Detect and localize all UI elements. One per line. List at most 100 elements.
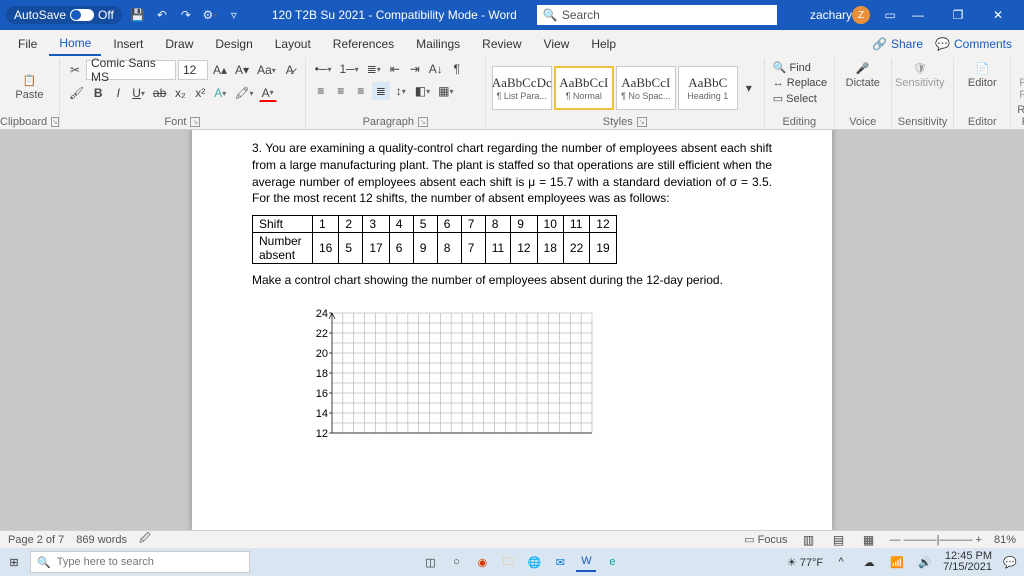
focus-mode-button[interactable]: ▭ Focus — [744, 533, 787, 546]
sort-icon[interactable]: A↓ — [426, 60, 446, 78]
outdent-icon[interactable]: ⇤ — [386, 60, 404, 78]
dictate-button[interactable]: 🎤Dictate — [841, 60, 885, 91]
indent-icon[interactable]: ⇥ — [406, 60, 424, 78]
multilevel-icon[interactable]: ≣ — [364, 60, 384, 78]
onedrive-icon[interactable]: ☁ — [859, 552, 879, 572]
quickaccess-dropdown-icon[interactable]: ▿ — [226, 7, 242, 23]
close-button[interactable]: ✕ — [978, 0, 1018, 30]
notifications-icon[interactable]: 💬 — [1000, 552, 1020, 572]
select-button[interactable]: ▭Select — [771, 91, 811, 106]
tab-help[interactable]: Help — [581, 33, 626, 55]
reuse-files-button[interactable]: 🔍Reuse Files — [1017, 60, 1024, 103]
clear-format-icon[interactable]: A̷ — [281, 61, 299, 79]
comments-button[interactable]: 💬 Comments — [935, 37, 1012, 51]
editor-button[interactable]: 📄Editor — [960, 60, 1004, 91]
read-mode-icon[interactable]: ▥ — [800, 531, 818, 549]
sensitivity-button[interactable]: 🛡Sensitivity — [898, 60, 942, 91]
page-indicator[interactable]: Page 2 of 7 — [8, 534, 64, 546]
style-heading-1[interactable]: AaBbCHeading 1 — [678, 66, 738, 110]
line-spacing-icon[interactable]: ↕ — [392, 82, 410, 100]
highlight-icon[interactable]: 🖍 — [231, 84, 256, 102]
maximize-button[interactable]: ❐ — [938, 0, 978, 30]
styles-dialog-icon[interactable]: ↘ — [637, 117, 647, 127]
justify-icon[interactable]: ≣ — [372, 82, 390, 100]
paste-button[interactable]: 📋 Paste — [8, 72, 52, 103]
office-icon[interactable]: ◉ — [472, 552, 492, 572]
tab-file[interactable]: File — [8, 33, 47, 55]
zoom-slider[interactable]: — ———|——— + — [890, 534, 982, 546]
format-painter-icon[interactable]: 🖌 — [66, 84, 87, 102]
minimize-button[interactable]: — — [898, 0, 938, 30]
styles-more-icon[interactable]: ▾ — [740, 79, 758, 97]
tray-up-icon[interactable]: ^ — [831, 552, 851, 572]
chrome-icon[interactable]: 🌐 — [524, 552, 544, 572]
tab-layout[interactable]: Layout — [265, 33, 321, 55]
text-effects-icon[interactable]: A — [211, 84, 229, 102]
tab-references[interactable]: References — [323, 33, 404, 55]
zoom-level[interactable]: 81% — [994, 534, 1016, 546]
explorer-icon[interactable]: 🗀 — [498, 552, 518, 572]
outlook-icon[interactable]: ✉ — [550, 552, 570, 572]
paragraph-dialog-icon[interactable]: ↘ — [418, 117, 428, 127]
cortana-icon[interactable]: ○ — [446, 552, 466, 572]
print-layout-icon[interactable]: ▤ — [830, 531, 848, 549]
tab-view[interactable]: View — [534, 33, 580, 55]
shading-icon[interactable]: ◧ — [412, 82, 433, 100]
font-dialog-icon[interactable]: ↘ — [190, 117, 200, 127]
volume-icon[interactable]: 🔊 — [915, 552, 935, 572]
style--no-spac-[interactable]: AaBbCcI¶ No Spac... — [616, 66, 676, 110]
tab-draw[interactable]: Draw — [155, 33, 203, 55]
task-view-icon[interactable]: ◫ — [420, 552, 440, 572]
replace-button[interactable]: ↔Replace — [771, 76, 811, 90]
share-button[interactable]: 🔗 Share — [872, 37, 923, 51]
font-color-icon[interactable]: A — [259, 84, 277, 102]
numbering-icon[interactable]: 1─ — [336, 60, 361, 78]
bold-button[interactable]: B — [89, 84, 107, 102]
web-layout-icon[interactable]: ▦ — [860, 531, 878, 549]
word-count[interactable]: 869 words — [76, 534, 127, 546]
tab-home[interactable]: Home — [49, 32, 101, 56]
tab-mailings[interactable]: Mailings — [406, 33, 470, 55]
superscript-button[interactable]: x² — [191, 84, 209, 102]
bullets-icon[interactable]: •─ — [312, 60, 335, 78]
font-name-select[interactable]: Comic Sans MS — [86, 60, 176, 80]
font-grow-icon[interactable]: A▴ — [210, 61, 230, 79]
search-box[interactable]: 🔍 Search — [537, 5, 777, 25]
tab-design[interactable]: Design — [205, 33, 262, 55]
align-left-icon[interactable]: ≡ — [312, 82, 330, 100]
edge-icon[interactable]: e — [602, 552, 622, 572]
weather-widget[interactable]: ☀ 77°F — [787, 556, 823, 569]
quickaccess-more-icon[interactable]: ⚙ — [202, 7, 218, 23]
underline-button[interactable]: U — [129, 84, 148, 102]
table-cell: Shift — [253, 216, 313, 233]
ribbon-display-icon[interactable]: ▭ — [882, 7, 898, 23]
style--normal[interactable]: AaBbCcI¶ Normal — [554, 66, 614, 110]
show-marks-icon[interactable]: ¶ — [448, 60, 466, 78]
undo-icon[interactable]: ↶ — [154, 7, 170, 23]
save-icon[interactable]: 💾 — [130, 7, 146, 23]
italic-button[interactable]: I — [109, 84, 127, 102]
change-case-icon[interactable]: Aa — [254, 61, 279, 79]
proofing-icon[interactable]: 🖉 — [139, 530, 151, 549]
borders-icon[interactable]: ▦ — [435, 82, 456, 100]
word-icon[interactable]: W — [576, 552, 596, 572]
subscript-button[interactable]: x₂ — [171, 84, 189, 102]
font-shrink-icon[interactable]: A▾ — [232, 61, 252, 79]
tab-insert[interactable]: Insert — [103, 33, 153, 55]
cut-icon[interactable]: ✂ — [66, 61, 84, 79]
taskbar-search[interactable]: 🔍 Type here to search — [30, 551, 250, 573]
autosave-toggle[interactable]: AutoSave Off — [6, 6, 122, 24]
start-button[interactable]: ⊞ — [4, 552, 24, 572]
align-right-icon[interactable]: ≡ — [352, 82, 370, 100]
font-size-select[interactable]: 12 — [178, 60, 208, 80]
tab-review[interactable]: Review — [472, 33, 531, 55]
clock[interactable]: 12:45 PM 7/15/2021 — [943, 551, 992, 573]
style--list-para-[interactable]: AaBbCcDc¶ List Para... — [492, 66, 552, 110]
redo-icon[interactable]: ↷ — [178, 7, 194, 23]
avatar[interactable]: Z — [852, 6, 870, 24]
clipboard-dialog-icon[interactable]: ↘ — [51, 117, 59, 127]
align-center-icon[interactable]: ≡ — [332, 82, 350, 100]
wifi-icon[interactable]: 📶 — [887, 552, 907, 572]
find-button[interactable]: 🔍Find — [771, 60, 811, 75]
strikethrough-button[interactable]: ab — [150, 84, 169, 102]
